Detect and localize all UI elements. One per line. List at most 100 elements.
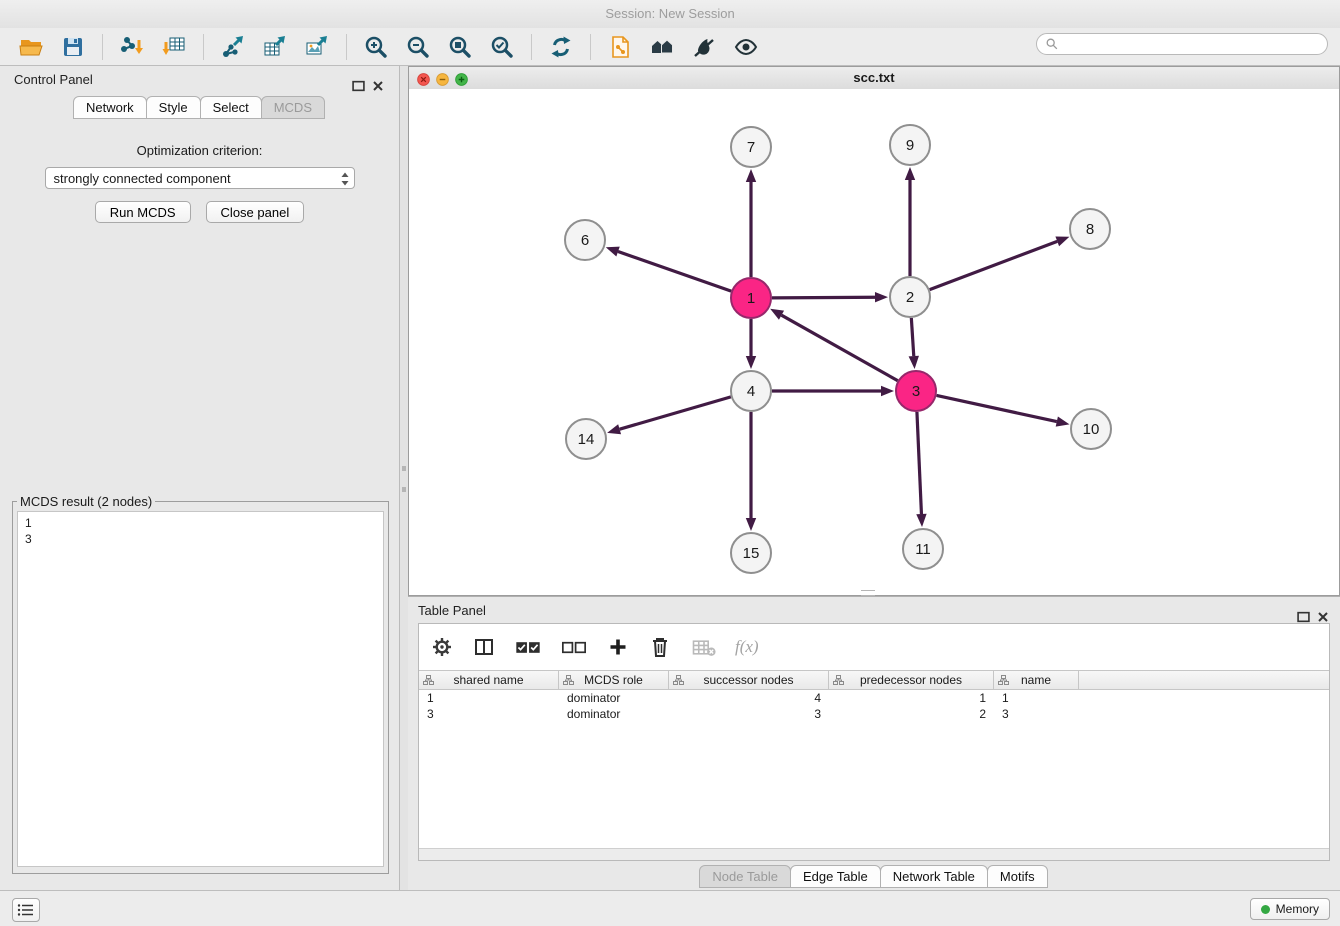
close-table-panel-icon[interactable]: [1317, 605, 1330, 618]
graph-edge-1-6[interactable]: [606, 247, 731, 291]
graph-edge-4-15[interactable]: [746, 412, 756, 531]
search-box[interactable]: [1036, 33, 1328, 55]
zoom-out-icon[interactable]: [404, 33, 432, 61]
add-column-icon[interactable]: [605, 634, 631, 660]
column-header-predecessor-nodes[interactable]: predecessor nodes: [829, 671, 994, 689]
graph-edge-1-7[interactable]: [746, 169, 756, 277]
memory-status-dot: [1261, 905, 1270, 914]
graph-node-1[interactable]: 1: [731, 278, 771, 318]
column-header-name[interactable]: name: [994, 671, 1079, 689]
mcds-result-title: MCDS result (2 nodes): [17, 494, 155, 509]
tab-select[interactable]: Select: [200, 96, 262, 119]
table-tab-network-table[interactable]: Network Table: [880, 865, 988, 888]
criterion-select[interactable]: strongly connected component: [45, 167, 355, 189]
close-panel-icon[interactable]: [372, 74, 385, 87]
eye-icon[interactable]: [732, 33, 760, 61]
run-mcds-button[interactable]: Run MCDS: [95, 201, 191, 223]
toolbar-separator: [590, 34, 591, 60]
graph-node-15[interactable]: 15: [731, 533, 771, 573]
window-titlebar: Session: New Session: [0, 0, 1340, 28]
delete-row-icon[interactable]: [647, 634, 673, 660]
svg-text:10: 10: [1083, 421, 1100, 438]
mcds-result-item: 3: [25, 531, 376, 547]
graph-edge-2-3[interactable]: [909, 318, 919, 369]
select-stepper-icon: [340, 171, 350, 194]
export-network-icon[interactable]: [219, 33, 247, 61]
tab-mcds[interactable]: MCDS: [261, 96, 325, 119]
table-horizontal-scrollbar[interactable]: [419, 848, 1329, 860]
svg-text:9: 9: [906, 137, 914, 154]
float-panel-icon[interactable]: [352, 74, 365, 87]
network-document-icon[interactable]: [606, 33, 634, 61]
table-panel-title: Table Panel: [418, 603, 486, 618]
svg-text:3: 3: [912, 383, 920, 400]
table-tab-node-table[interactable]: Node Table: [699, 865, 791, 888]
zoom-selected-icon[interactable]: [488, 33, 516, 61]
mcds-result-item: 1: [25, 515, 376, 531]
deselect-all-icon[interactable]: [559, 634, 589, 660]
table-row[interactable]: 3dominator323: [419, 706, 1329, 722]
svg-text:15: 15: [743, 545, 760, 562]
float-table-panel-icon[interactable]: [1297, 605, 1310, 618]
toolbar-separator: [531, 34, 532, 60]
zoom-in-icon[interactable]: [362, 33, 390, 61]
network-window-title: scc.txt: [853, 70, 894, 85]
graph-node-14[interactable]: 14: [566, 419, 606, 459]
style-brush-icon[interactable]: [690, 33, 718, 61]
graph-edge-2-9[interactable]: [905, 167, 915, 276]
apply-layout-icon[interactable]: [547, 33, 575, 61]
select-all-icon[interactable]: [513, 634, 543, 660]
graph-edge-3-11[interactable]: [916, 412, 926, 527]
graph-node-7[interactable]: 7: [731, 127, 771, 167]
import-table-icon[interactable]: [160, 33, 188, 61]
graph-node-6[interactable]: 6: [565, 220, 605, 260]
memory-button-label: Memory: [1276, 902, 1319, 916]
graph-edge-4-3[interactable]: [772, 386, 894, 396]
network-graph[interactable]: 7 9 6 8 1 2 4 3 10 14 15 11: [409, 89, 1339, 595]
graph-node-3[interactable]: 3: [896, 371, 936, 411]
search-input[interactable]: [1064, 36, 1319, 52]
graph-node-2[interactable]: 2: [890, 277, 930, 317]
graph-edge-1-2[interactable]: [772, 292, 888, 302]
graph-node-9[interactable]: 9: [890, 125, 930, 165]
zoom-fit-icon[interactable]: [446, 33, 474, 61]
graph-edge-2-8[interactable]: [930, 237, 1070, 290]
table-frame: f(x) shared nameMCDS rolesuccessor nodes…: [418, 623, 1330, 861]
save-session-icon[interactable]: [59, 33, 87, 61]
export-image-icon[interactable]: [303, 33, 331, 61]
settings-gear-icon[interactable]: [429, 634, 455, 660]
svg-text:11: 11: [915, 541, 931, 558]
svg-text:6: 6: [581, 232, 589, 249]
show-columns-icon[interactable]: [471, 634, 497, 660]
table-tab-edge-table[interactable]: Edge Table: [790, 865, 881, 888]
column-header-shared-name[interactable]: shared name: [419, 671, 559, 689]
network-canvas[interactable]: 7 9 6 8 1 2 4 3 10 14 15 11: [409, 89, 1339, 595]
column-header-MCDS-role[interactable]: MCDS role: [559, 671, 669, 689]
vertical-splitter[interactable]: [400, 66, 408, 890]
graph-edge-4-14[interactable]: [607, 397, 731, 434]
table-row[interactable]: 1dominator411: [419, 690, 1329, 706]
table-panel-header: Table Panel: [408, 597, 1340, 625]
splitter-grip: [402, 466, 406, 492]
open-folder-icon[interactable]: [17, 33, 45, 61]
graph-edge-3-10[interactable]: [937, 395, 1070, 426]
graph-node-4[interactable]: 4: [731, 371, 771, 411]
memory-button[interactable]: Memory: [1250, 898, 1330, 920]
svg-text:14: 14: [578, 431, 595, 448]
tab-style[interactable]: Style: [146, 96, 201, 119]
task-history-button[interactable]: [12, 898, 40, 922]
tab-network[interactable]: Network: [73, 96, 147, 119]
graph-node-11[interactable]: 11: [903, 529, 943, 569]
home-icon[interactable]: [648, 33, 676, 61]
graph-node-8[interactable]: 8: [1070, 209, 1110, 249]
network-window: scc.txt 7 9 6 8 1 2 4 3 10 14 15 11: [408, 66, 1340, 596]
graph-edge-3-1[interactable]: [770, 309, 898, 381]
main-toolbar: [0, 28, 1340, 66]
close-panel-button[interactable]: Close panel: [206, 201, 305, 223]
table-tab-motifs[interactable]: Motifs: [987, 865, 1048, 888]
column-header-successor-nodes[interactable]: successor nodes: [669, 671, 829, 689]
import-network-icon[interactable]: [118, 33, 146, 61]
graph-edge-1-4[interactable]: [746, 319, 756, 369]
export-table-icon[interactable]: [261, 33, 289, 61]
graph-node-10[interactable]: 10: [1071, 409, 1111, 449]
